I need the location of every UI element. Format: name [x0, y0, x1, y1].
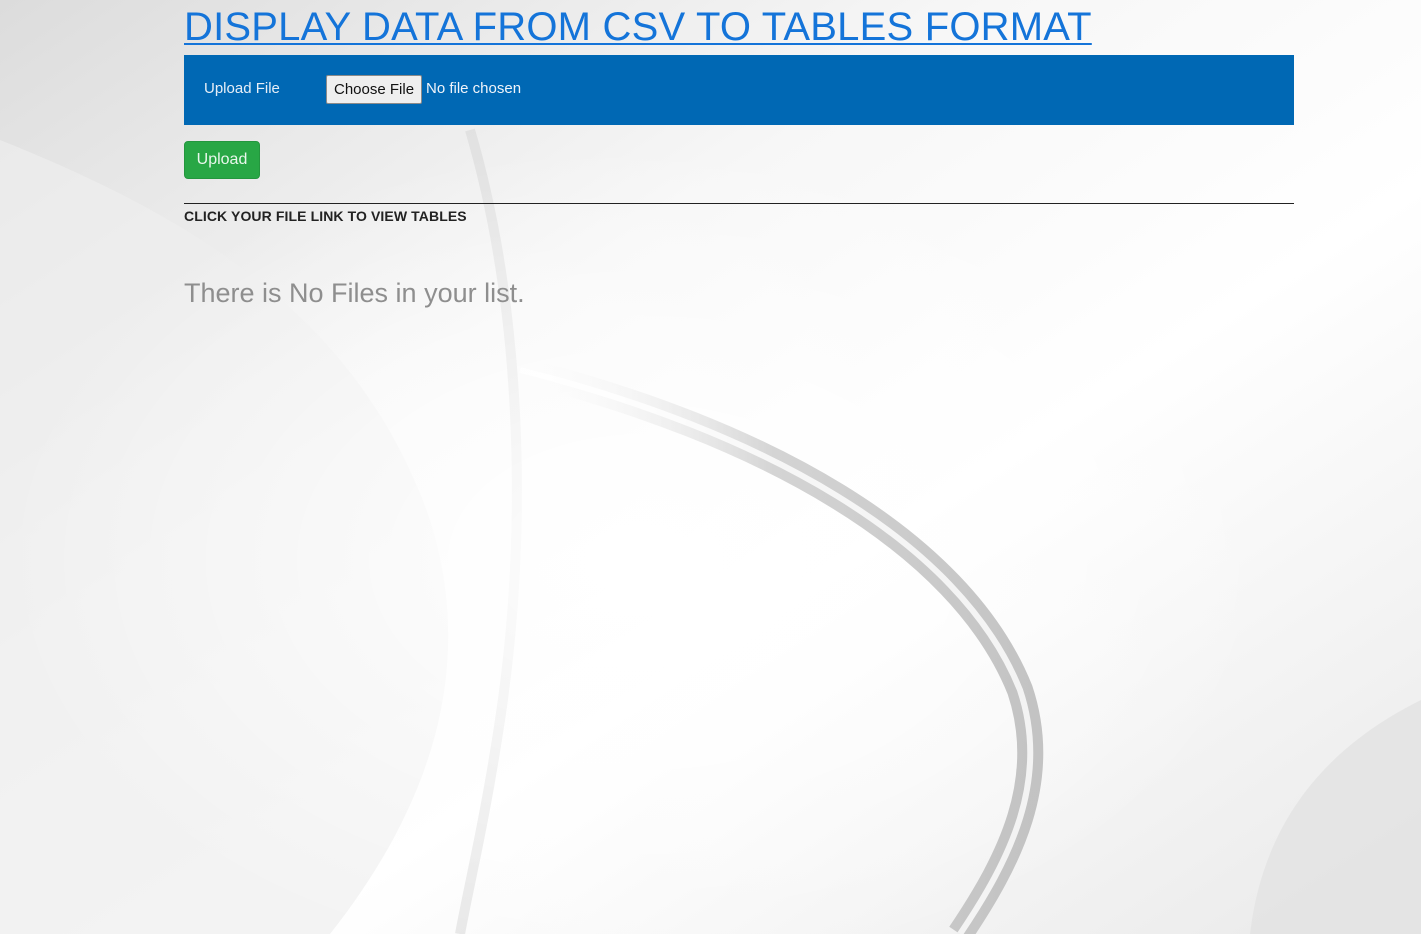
upload-button[interactable]: Upload — [184, 141, 260, 179]
files-section-heading: CLICK YOUR FILE LINK TO VIEW TABLES — [184, 208, 467, 224]
main-container: DISPLAY DATA FROM CSV TO TABLES FORMAT U… — [184, 0, 1294, 308]
empty-files-message: There is No Files in your list. — [184, 278, 525, 308]
page-title-link[interactable]: DISPLAY DATA FROM CSV TO TABLES FORMAT — [184, 0, 1092, 52]
file-status-text: No file chosen — [426, 80, 522, 97]
choose-file-button[interactable]: Choose File — [326, 75, 423, 104]
upload-form-bar: Upload File Choose File No file chosen — [184, 55, 1294, 125]
section-divider — [184, 203, 1294, 204]
upload-file-label: Upload File — [204, 80, 280, 97]
